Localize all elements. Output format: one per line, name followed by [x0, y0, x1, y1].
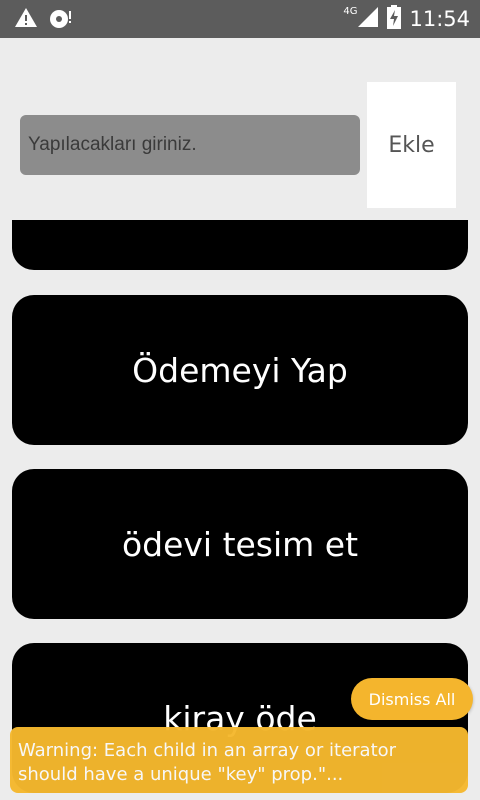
add-todo-row: Ekle — [0, 82, 480, 208]
todo-item[interactable]: ödevi tesim et — [12, 469, 468, 619]
warning-toast[interactable]: Warning: Each child in an array or itera… — [10, 727, 468, 793]
signal-icon — [357, 6, 379, 32]
warning-icon — [14, 6, 38, 34]
todo-input[interactable] — [20, 115, 360, 175]
add-button[interactable]: Ekle — [367, 82, 456, 208]
sd-card-alert-icon — [48, 6, 74, 34]
warning-text-line-1: Warning: Each child in an array or itera… — [18, 740, 397, 761]
warning-text-line-2: should have a unique "key" prop."... — [18, 764, 344, 785]
dismiss-all-button[interactable]: Dismiss All — [351, 678, 473, 720]
clock: 11:54 — [409, 7, 470, 31]
status-bar: 4G 11:54 — [0, 0, 480, 38]
todo-item[interactable] — [12, 220, 468, 270]
network-type-label: 4G — [343, 5, 358, 17]
todo-item[interactable]: Ödemeyi Yap — [12, 295, 468, 445]
battery-charging-icon — [387, 5, 402, 33]
